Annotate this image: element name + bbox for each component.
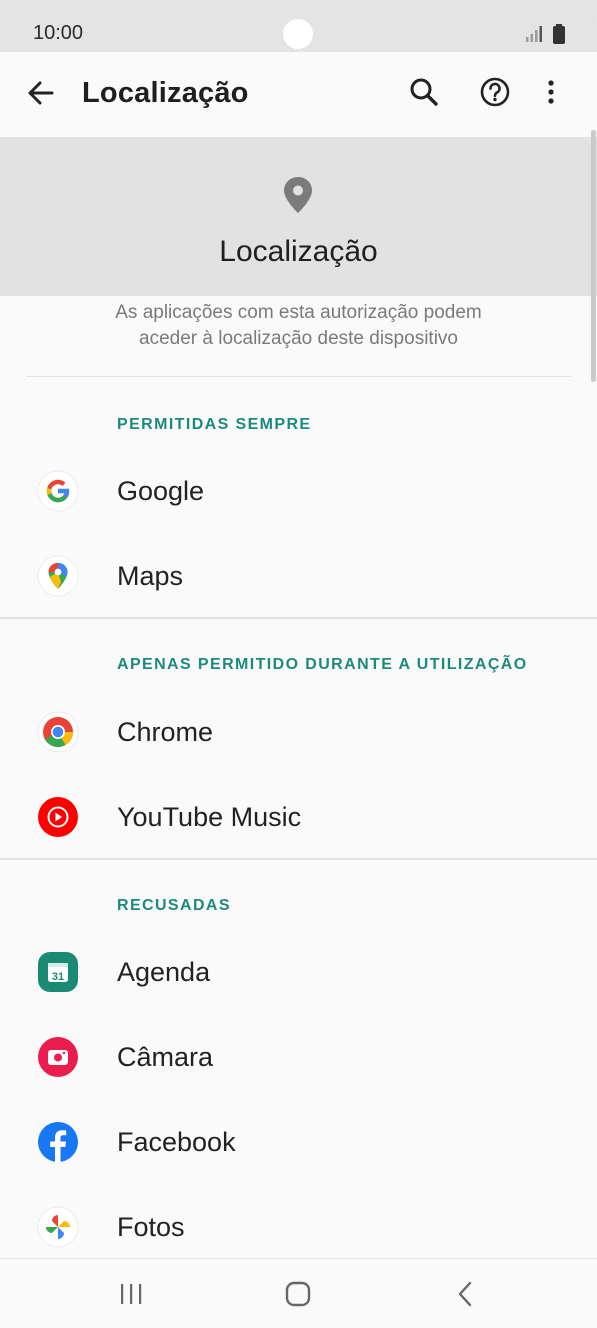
permission-description: As aplicações com esta autorização podem… (115, 302, 482, 349)
app-name: Agenda (117, 957, 211, 987)
header-title: Localização (219, 235, 378, 268)
app-name: Maps (117, 561, 184, 591)
app-name: Facebook (117, 1127, 236, 1157)
app-row-youtube-music[interactable]: YouTube Music (0, 782, 597, 852)
battery-icon (553, 24, 565, 44)
section-header-denied: RECUSADAS (117, 897, 231, 914)
location-pin-icon (284, 177, 312, 213)
section-divider (0, 617, 597, 619)
back-arrow-icon[interactable] (24, 76, 58, 110)
signal-icon (526, 26, 542, 42)
app-row-agenda[interactable]: 31 Agenda (0, 937, 597, 1007)
section-divider (0, 858, 597, 860)
chrome-icon (37, 711, 79, 753)
permission-header: Localização (0, 137, 597, 296)
app-name: YouTube Music (117, 802, 302, 832)
calendar-date-badge: 31 (52, 971, 64, 983)
app-row-google[interactable]: Google (0, 456, 597, 526)
back-icon[interactable] (455, 1281, 475, 1307)
recents-icon[interactable] (119, 1281, 143, 1307)
youtube-music-icon (38, 797, 78, 837)
app-row-fotos[interactable]: Fotos (0, 1192, 597, 1262)
app-row-chrome[interactable]: Chrome (0, 697, 597, 767)
facebook-icon (38, 1122, 78, 1162)
app-row-maps[interactable]: Maps (0, 541, 597, 611)
google-icon (37, 470, 79, 512)
section-header-always: PERMITIDAS SEMPRE (117, 416, 312, 433)
section-header-while-in-use: APENAS PERMITIDO DURANTE A UTILIZAÇÃO (117, 656, 528, 673)
camera-icon (38, 1037, 78, 1077)
photos-icon (37, 1206, 79, 1248)
home-icon[interactable] (285, 1281, 311, 1307)
app-name: Google (117, 476, 205, 506)
page-title: Localização (82, 77, 249, 109)
app-name: Câmara (117, 1042, 214, 1072)
maps-icon (37, 555, 79, 597)
status-bar: 10:00 (0, 0, 597, 52)
navigation-bar (0, 1258, 597, 1328)
front-camera-cutout (283, 19, 313, 49)
help-icon[interactable] (477, 74, 513, 110)
calendar-icon: 31 (38, 952, 78, 992)
app-row-facebook[interactable]: Facebook (0, 1107, 597, 1177)
screen: 10:00 Localização Localização As aplicaç… (0, 0, 597, 1328)
app-row-camara[interactable]: Câmara (0, 1022, 597, 1092)
app-bar: Localização (0, 52, 597, 134)
more-vert-icon[interactable] (533, 74, 569, 110)
app-name: Fotos (117, 1212, 185, 1242)
search-icon[interactable] (406, 74, 442, 110)
scrollbar[interactable] (591, 130, 596, 382)
app-name: Chrome (117, 717, 214, 747)
status-time: 10:00 (33, 22, 84, 44)
divider (26, 376, 571, 377)
